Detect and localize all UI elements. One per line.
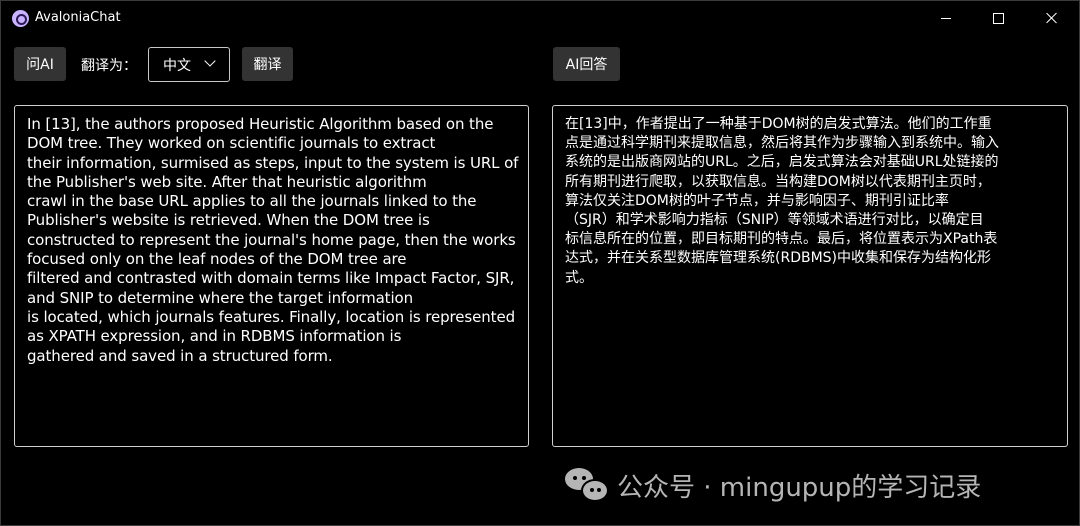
source-text-content: In [13], the authors proposed Heuristic … — [27, 115, 519, 365]
minimize-button[interactable] — [923, 1, 969, 35]
translate-button[interactable]: 翻译 — [242, 47, 293, 81]
ai-answer-output[interactable]: 在[13]中，作者提出了一种基于DOM树的启发式算法。他们的工作重 点是通过科学… — [552, 105, 1068, 447]
app-logo-icon — [12, 10, 29, 27]
wechat-icon — [565, 468, 609, 502]
title-bar: AvaloniaChat — [1, 1, 1079, 35]
watermark: 公众号 · mingupup的学习记录 — [565, 465, 981, 505]
maximize-button[interactable] — [975, 1, 1021, 35]
chevron-down-icon — [204, 55, 216, 67]
maximize-icon — [992, 12, 1004, 24]
language-selected-value: 中文 — [163, 58, 191, 74]
ai-answer-content: 在[13]中，作者提出了一种基于DOM树的启发式算法。他们的工作重 点是通过科学… — [565, 116, 999, 286]
ask-ai-button[interactable]: 问AI — [14, 47, 66, 81]
watermark-text: 公众号 · mingupup的学习记录 — [617, 472, 982, 503]
close-button[interactable] — [1029, 1, 1075, 35]
language-dropdown[interactable]: 中文 — [148, 47, 230, 82]
translate-to-label: 翻译为： — [81, 58, 137, 74]
close-icon — [1046, 12, 1058, 24]
app-window: AvaloniaChat 问AI 翻译为： 中文 翻译 AI回答 In [13]… — [0, 0, 1080, 526]
source-text-input[interactable]: In [13], the authors proposed Heuristic … — [14, 105, 529, 447]
window-title: AvaloniaChat — [35, 10, 121, 25]
ai-answer-button[interactable]: AI回答 — [553, 47, 620, 81]
minimize-icon — [941, 17, 951, 19]
